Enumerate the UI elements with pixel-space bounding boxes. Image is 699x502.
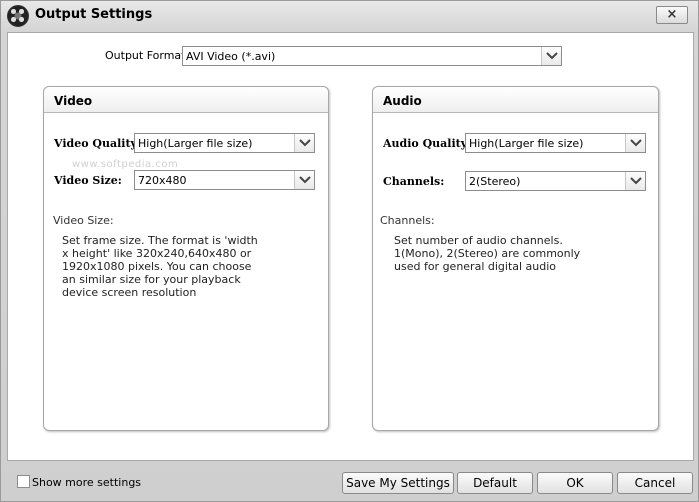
video-desc-text: Set frame size. The format is 'width x h… (62, 234, 258, 299)
window-title: Output Settings (35, 7, 153, 22)
video-group-title: Video (54, 94, 93, 108)
default-button[interactable]: Default (457, 472, 533, 494)
cancel-button[interactable]: Cancel (617, 472, 693, 494)
video-quality-label: Video Quality: (54, 137, 141, 150)
channels-value: 2(Stereo) (469, 175, 521, 188)
audio-group: Audio Audio Quality: High(Larger file si… (372, 86, 659, 431)
video-size-dropdown[interactable]: 720x480 (134, 170, 315, 190)
save-my-settings-button[interactable]: Save My Settings (342, 472, 454, 494)
video-group-header: Video (44, 87, 328, 113)
film-reel-icon (7, 5, 29, 27)
chevron-down-icon[interactable] (294, 171, 314, 189)
output-format-dropdown[interactable]: AVI Video (*.avi) (182, 46, 562, 66)
watermark-text: www.softpedia.com (72, 159, 179, 170)
video-size-value: 720x480 (138, 174, 187, 187)
show-more-label[interactable]: Show more settings (32, 476, 141, 489)
title-bar: Output Settings × (1, 1, 698, 31)
audio-quality-label: Audio Quality: (383, 137, 472, 150)
audio-group-header: Audio (373, 87, 658, 113)
video-group: Video www.softpedia.com Video Quality: H… (43, 86, 329, 431)
audio-quality-dropdown[interactable]: High(Larger file size) (465, 133, 646, 153)
ok-button[interactable]: OK (537, 472, 613, 494)
video-quality-value: High(Larger file size) (138, 137, 253, 150)
video-size-label: Video Size: (54, 174, 122, 187)
channels-label: Channels: (383, 175, 445, 188)
channels-dropdown[interactable]: 2(Stereo) (465, 171, 646, 191)
show-more-checkbox[interactable] (17, 475, 30, 488)
chevron-down-icon[interactable] (294, 134, 314, 152)
video-quality-dropdown[interactable]: High(Larger file size) (134, 133, 315, 153)
settings-panel: Output Format: AVI Video (*.avi) Video w… (7, 32, 694, 461)
output-format-value: AVI Video (*.avi) (186, 50, 276, 63)
close-button[interactable]: × (656, 6, 688, 24)
chevron-down-icon[interactable] (541, 47, 561, 65)
audio-quality-value: High(Larger file size) (469, 137, 584, 150)
audio-group-title: Audio (383, 94, 422, 108)
output-format-label: Output Format: (105, 49, 190, 62)
chevron-down-icon[interactable] (625, 172, 645, 190)
output-settings-window: Output Settings × Output Format: AVI Vid… (0, 0, 699, 502)
audio-desc-title: Channels: (380, 214, 435, 227)
video-desc-title: Video Size: (53, 214, 114, 227)
chevron-down-icon[interactable] (625, 134, 645, 152)
audio-desc-text: Set number of audio channels. 1(Mono), 2… (394, 234, 581, 273)
